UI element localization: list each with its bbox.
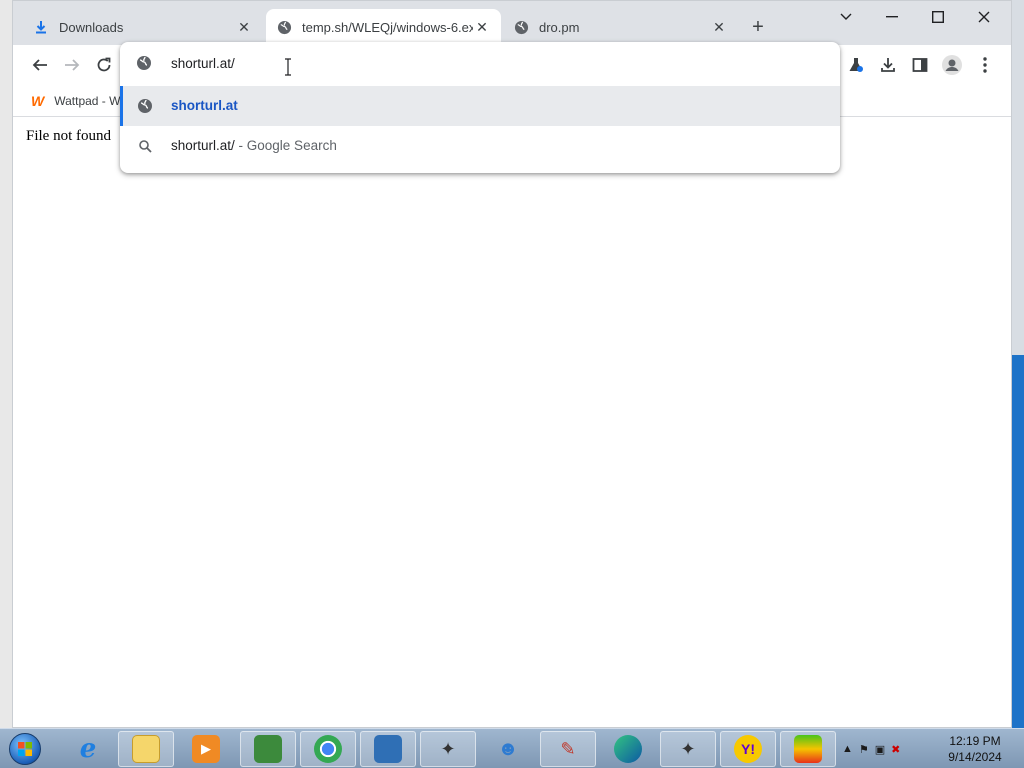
flask-icon xyxy=(849,58,863,72)
tab-title: Downloads xyxy=(59,19,124,35)
suggestion-shorturl[interactable]: shorturl.at xyxy=(120,86,840,126)
suggestion-google-search[interactable]: shorturl.at/ - Google Search xyxy=(120,126,840,166)
forward-button[interactable] xyxy=(60,53,84,77)
system-tray: ▲ ⚑ ▣ ✖ xyxy=(842,735,900,763)
page-message: File not found xyxy=(26,128,111,144)
taskbar-app-monitor[interactable] xyxy=(240,731,296,767)
close-icon[interactable]: ✕ xyxy=(710,18,728,36)
labs-button[interactable] xyxy=(844,53,868,77)
taskbar-paint[interactable]: ✎ xyxy=(540,731,596,767)
tab-temp-sh[interactable]: temp.sh/WLEQj/windows-6.exe ✕ xyxy=(266,9,501,45)
taskbar-bluestacks[interactable] xyxy=(780,731,836,767)
download-icon xyxy=(33,19,49,35)
network-icon[interactable]: ▣ xyxy=(875,743,885,756)
reload-icon xyxy=(97,57,111,72)
tab-title: dro.pm xyxy=(539,19,580,35)
volume-muted-icon[interactable]: ✖ xyxy=(891,743,900,756)
taskbar-app-wand-2[interactable]: ✦ xyxy=(660,731,716,767)
maximize-icon xyxy=(932,11,944,23)
monitor-icon xyxy=(254,735,282,763)
suggestion-query: shorturl.at/ xyxy=(171,138,235,153)
buildings-icon xyxy=(374,735,402,763)
text-cursor-icon xyxy=(284,58,292,76)
show-hidden-icons-icon[interactable]: ▲ xyxy=(842,743,853,755)
address-bar[interactable]: shorturl.at/ xyxy=(120,42,840,86)
downloads-button[interactable] xyxy=(876,53,900,77)
close-window-button[interactable] xyxy=(961,5,1007,29)
folder-icon xyxy=(132,735,160,763)
system-clock[interactable]: 12:19 PM 9/14/2024 xyxy=(940,733,1010,765)
chevron-down-icon xyxy=(840,13,852,20)
suggestion-text: shorturl.at xyxy=(171,98,238,113)
taskbar-chrome[interactable] xyxy=(300,731,356,767)
people-icon: ☻ xyxy=(497,737,519,760)
globe-icon xyxy=(136,55,154,73)
start-button[interactable] xyxy=(4,731,46,767)
taskbar-edge[interactable] xyxy=(600,731,656,767)
taskbar-internet-explorer[interactable]: e xyxy=(60,731,116,767)
back-button[interactable] xyxy=(28,53,52,77)
chrome-icon xyxy=(314,735,342,763)
tab-title: temp.sh/WLEQj/windows-6.exe xyxy=(302,19,473,35)
wattpad-icon: W xyxy=(31,93,45,109)
side-panel-button[interactable] xyxy=(908,53,932,77)
minimize-icon xyxy=(886,16,898,18)
menu-button[interactable] xyxy=(973,53,997,77)
play-icon: ▶ xyxy=(192,735,220,763)
download-icon xyxy=(881,58,895,72)
side-panel-icon xyxy=(912,58,928,72)
tab-downloads[interactable]: Downloads ✕ xyxy=(23,9,263,45)
bookmark-label: Wattpad - W xyxy=(54,94,121,108)
close-icon[interactable]: ✕ xyxy=(473,18,491,36)
arrow-left-icon xyxy=(32,59,47,71)
globe-icon xyxy=(276,19,292,35)
omnibox-dropdown: shorturl.at/ shorturl.at shorturl.at/ - … xyxy=(120,42,840,173)
profile-button[interactable] xyxy=(940,53,964,77)
action-center-flag-icon[interactable]: ⚑ xyxy=(859,743,869,756)
clock-time: 12:19 PM xyxy=(949,734,1001,748)
taskbar-app-people[interactable]: ☻ xyxy=(480,731,536,767)
maximize-button[interactable] xyxy=(915,5,961,29)
globe-icon xyxy=(136,97,154,115)
edge-icon xyxy=(614,735,642,763)
tab-search-button[interactable] xyxy=(823,5,869,29)
taskbar-file-explorer[interactable] xyxy=(118,731,174,767)
taskbar-yahoo-messenger[interactable]: Y! xyxy=(720,731,776,767)
arrow-right-icon xyxy=(65,59,80,71)
clock-date: 9/14/2024 xyxy=(948,750,1002,764)
taskbar-media-player[interactable]: ▶ xyxy=(178,731,234,767)
close-icon xyxy=(978,11,990,23)
taskbar: e ▶ ✦ ☻ ✎ ✦ Y! ▲ ⚑ ▣ ✖ 12:19 PM 9/14/202… xyxy=(0,728,1024,768)
bookmark-wattpad[interactable]: W Wattpad - W xyxy=(31,91,120,111)
yahoo-messenger-icon: Y! xyxy=(734,735,762,763)
bluestacks-icon xyxy=(794,735,822,763)
magic-wand-icon: ✦ xyxy=(680,738,696,759)
tab-strip: Downloads ✕ temp.sh/WLEQj/windows-6.exe … xyxy=(13,1,1011,45)
taskbar-app-wand[interactable]: ✦ xyxy=(420,731,476,767)
internet-explorer-icon: e xyxy=(79,734,97,764)
taskbar-app-buildings[interactable] xyxy=(360,731,416,767)
magic-wand-icon: ✦ xyxy=(440,738,456,759)
avatar-icon xyxy=(942,55,962,75)
desktop-left-edge xyxy=(0,0,12,728)
new-tab-button[interactable]: + xyxy=(746,15,770,39)
suggestion-suffix: - Google Search xyxy=(234,138,337,153)
globe-icon xyxy=(513,19,529,35)
tab-dro-pm[interactable]: dro.pm ✕ xyxy=(503,9,738,45)
desktop-right-edge xyxy=(1010,0,1024,728)
minimize-button[interactable] xyxy=(869,5,915,29)
close-icon[interactable]: ✕ xyxy=(235,18,253,36)
palette-icon: ✎ xyxy=(560,738,576,759)
search-icon xyxy=(136,137,154,155)
more-vertical-icon xyxy=(983,57,987,73)
address-input[interactable]: shorturl.at/ xyxy=(171,56,235,71)
page-content: File not found xyxy=(13,118,1011,727)
reload-button[interactable] xyxy=(92,53,116,77)
windows-logo-icon xyxy=(9,733,41,765)
